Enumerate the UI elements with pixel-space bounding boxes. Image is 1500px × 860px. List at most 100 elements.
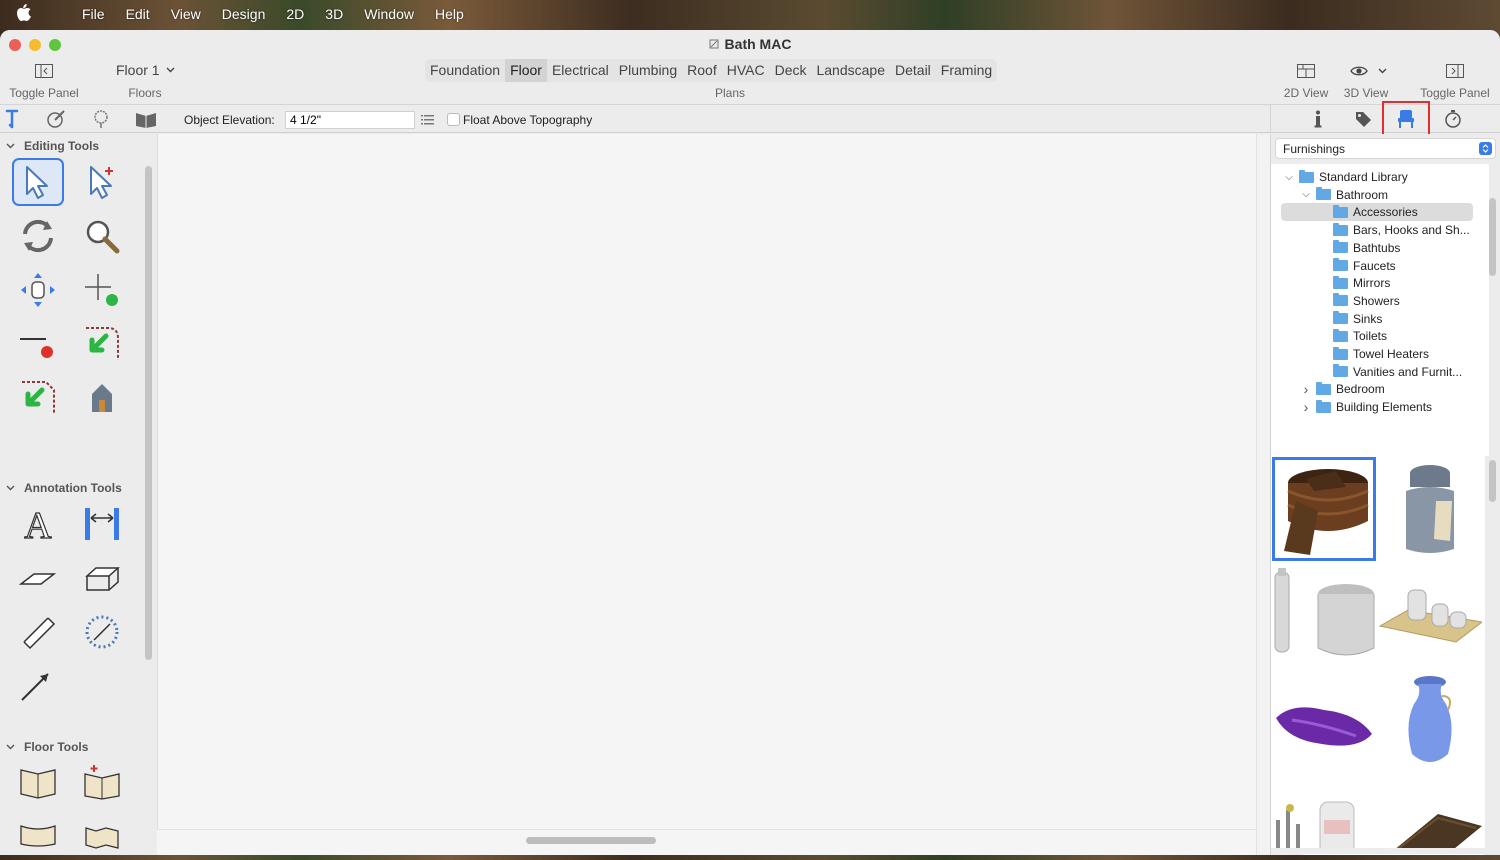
drawing-canvas[interactable]: [157, 134, 1266, 829]
callout-arrow-tool[interactable]: [12, 662, 64, 710]
floor-slab-tool[interactable]: [12, 812, 64, 855]
plan-landscape[interactable]: Landscape: [811, 59, 890, 82]
add-point-tool[interactable]: [76, 266, 128, 314]
thumbnail-bottle-jar[interactable]: [1272, 564, 1376, 668]
paint-tab-icon[interactable]: [46, 109, 66, 129]
floor-plan-add-tool[interactable]: [76, 758, 128, 806]
editing-tools-label: Editing Tools: [24, 139, 100, 153]
toggle-left-panel-icon[interactable]: [35, 64, 53, 78]
cad-box-tool[interactable]: [76, 554, 128, 602]
tree-scrollbar[interactable]: [1489, 198, 1496, 276]
plan-plumbing[interactable]: Plumbing: [614, 59, 682, 82]
plan-hvac[interactable]: HVAC: [722, 59, 770, 82]
select-objects-tool[interactable]: [12, 158, 64, 206]
break-line-tool[interactable]: [12, 320, 64, 368]
canvas-horizontal-scrollbar[interactable]: [526, 837, 656, 844]
chevron-down-icon[interactable]: ⌵: [1283, 172, 1295, 183]
thumbnail-scrollbar[interactable]: [1489, 460, 1496, 502]
thumbnail-mat[interactable]: [1272, 670, 1376, 774]
info-icon[interactable]: [1314, 110, 1322, 128]
tree-item-vanities-and-furnit[interactable]: Vanities and Furnit...: [1317, 363, 1462, 381]
arrow-tool[interactable]: [12, 608, 64, 656]
timer-icon[interactable]: [1444, 109, 1462, 129]
floor-edit-tool[interactable]: [76, 812, 128, 855]
thumbnail-dispenser[interactable]: [1272, 776, 1376, 848]
join-tool[interactable]: [76, 320, 128, 368]
menu-file[interactable]: File: [82, 6, 105, 22]
plan-electrical[interactable]: Electrical: [547, 59, 614, 82]
menu-view[interactable]: View: [171, 6, 201, 22]
tree-item-towel-heaters[interactable]: Towel Heaters: [1317, 345, 1429, 363]
fillet-tool[interactable]: [12, 374, 64, 422]
menu-window[interactable]: Window: [364, 6, 414, 22]
chevron-down-icon[interactable]: ⌵: [1300, 189, 1312, 200]
menu-help[interactable]: Help: [435, 6, 464, 22]
tree-item-bathtubs[interactable]: Bathtubs: [1317, 239, 1400, 257]
tag-icon[interactable]: [1354, 110, 1372, 128]
float-above-topography-checkbox[interactable]: [447, 113, 460, 126]
thumbnail-canister[interactable]: [1378, 457, 1482, 561]
left-panel-scrollbar[interactable]: [145, 166, 152, 660]
circle-dimension-tool[interactable]: [76, 608, 128, 656]
chevron-down-icon: [166, 67, 175, 73]
chevron-right-icon[interactable]: ›: [1300, 381, 1312, 397]
tree-item-bathroom[interactable]: ⌵ Bathroom: [1300, 186, 1388, 204]
thumbnail-vase[interactable]: [1378, 670, 1482, 774]
tree-item-bars-hooks-and-sh[interactable]: Bars, Hooks and Sh...: [1317, 221, 1470, 239]
apple-icon[interactable]: [16, 4, 42, 24]
tree-item-toilets[interactable]: Toilets: [1317, 327, 1387, 345]
thumbnail-tray-set[interactable]: [1378, 564, 1482, 668]
callout-arrow-icon: [21, 673, 49, 701]
toggle-right-panel-icon[interactable]: [1446, 64, 1464, 78]
plan-deck[interactable]: Deck: [770, 59, 812, 82]
chevron-right-icon[interactable]: ›: [1300, 399, 1312, 415]
tree-item-bedroom[interactable]: › Bedroom: [1300, 380, 1385, 398]
plan-roof[interactable]: Roof: [682, 59, 722, 82]
folder-icon: [1333, 222, 1348, 236]
thumbnail-basket[interactable]: [1272, 457, 1376, 561]
list-icon[interactable]: [421, 114, 434, 125]
2d-view-icon[interactable]: [1297, 64, 1315, 78]
tree-item-building-elements[interactable]: › Building Elements: [1300, 398, 1432, 416]
tools-tab-icon[interactable]: [5, 109, 19, 129]
object-elevation-input[interactable]: [285, 111, 415, 129]
select-edit-tool[interactable]: [76, 158, 128, 206]
library-book-icon[interactable]: [135, 109, 157, 129]
folder-icon: [1316, 187, 1331, 201]
furnishings-tab[interactable]: [1382, 101, 1430, 136]
tree-item-standard-library[interactable]: ⌵ Standard Library: [1283, 168, 1408, 186]
plan-framing[interactable]: Framing: [936, 59, 997, 82]
floor-tools-header[interactable]: Floor Tools: [6, 740, 88, 754]
menu-design[interactable]: Design: [222, 6, 266, 22]
library-search-field[interactable]: [1301, 854, 1486, 855]
chevron-down-icon: [6, 744, 15, 750]
annotation-tools-header[interactable]: Annotation Tools: [6, 481, 122, 495]
line-tool[interactable]: [12, 554, 64, 602]
3d-view-button[interactable]: [1350, 65, 1387, 77]
menu-3d[interactable]: 3D: [325, 6, 343, 22]
zoom-tool[interactable]: [76, 212, 128, 260]
tree-item-mirrors[interactable]: Mirrors: [1317, 274, 1390, 292]
menu-2d[interactable]: 2D: [286, 6, 304, 22]
plan-detail[interactable]: Detail: [890, 59, 936, 82]
toggle-left-panel-label: Toggle Panel: [9, 86, 79, 100]
tree-item-label: Faucets: [1353, 258, 1396, 273]
menu-edit[interactable]: Edit: [126, 6, 150, 22]
dimension-tool[interactable]: [76, 500, 128, 548]
plant-tab-icon[interactable]: [91, 109, 111, 129]
floor-select[interactable]: Floor 1: [108, 59, 180, 81]
plan-foundation[interactable]: Foundation: [425, 59, 505, 82]
pan-tool[interactable]: [12, 266, 64, 314]
tree-item-faucets[interactable]: Faucets: [1317, 257, 1396, 275]
editing-tools-header[interactable]: Editing Tools: [6, 139, 99, 153]
rotate-tool[interactable]: [12, 212, 64, 260]
tree-item-showers[interactable]: Showers: [1317, 292, 1400, 310]
tree-item-accessories[interactable]: Accessories: [1317, 203, 1418, 221]
tree-item-sinks[interactable]: Sinks: [1317, 310, 1382, 328]
building-tool[interactable]: [76, 374, 128, 422]
thumbnail-wood-tray[interactable]: [1378, 776, 1482, 848]
text-tool[interactable]: A: [12, 500, 64, 548]
floor-plan-tool[interactable]: [12, 758, 64, 806]
plan-floor[interactable]: Floor: [505, 59, 547, 82]
category-select[interactable]: Furnishings: [1275, 138, 1496, 159]
